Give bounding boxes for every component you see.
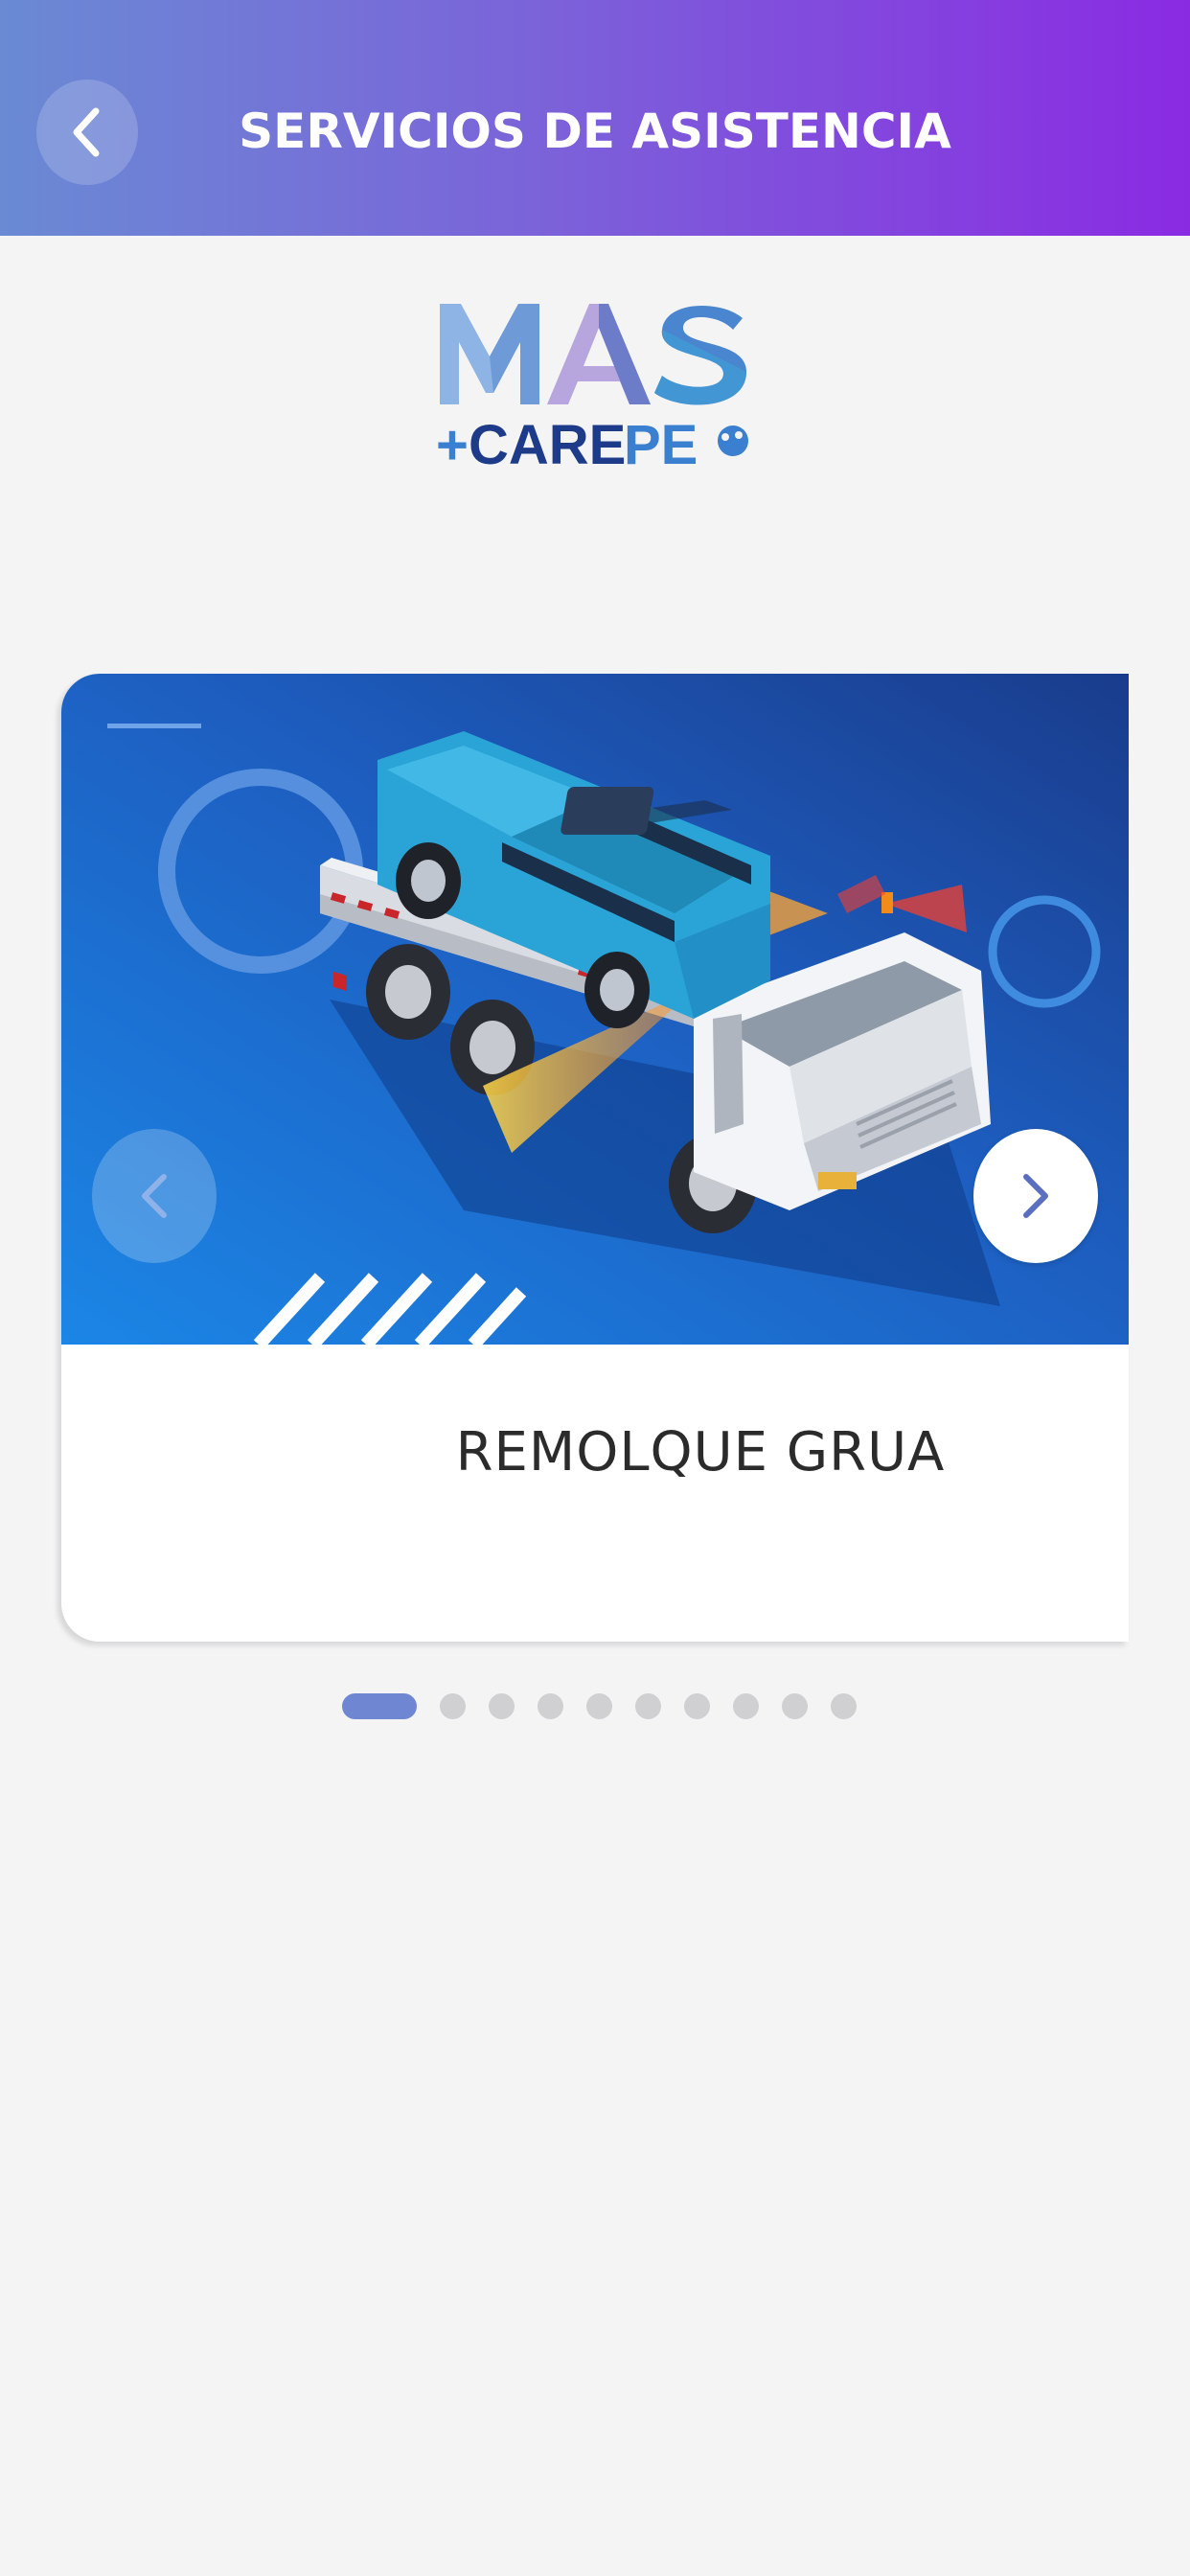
- mas-carepet-logo: + CARE PE: [436, 299, 757, 476]
- pagination-dot-10[interactable]: [830, 1692, 857, 1719]
- pagination-dot-5[interactable]: [585, 1692, 612, 1719]
- pagination-dot-9[interactable]: [781, 1692, 808, 1719]
- pagination-dot-1[interactable]: [341, 1692, 417, 1719]
- app-header: SERVICIOS DE ASISTENCIA: [0, 0, 1190, 236]
- pagination-dot-6[interactable]: [634, 1692, 661, 1719]
- svg-text:CARE: CARE: [469, 414, 626, 476]
- pagination-dot-8[interactable]: [732, 1692, 759, 1719]
- page-title: SERVICIOS DE ASISTENCIA: [239, 104, 951, 159]
- carousel-next-button[interactable]: [973, 1129, 1098, 1263]
- chevron-right-icon: [1023, 1174, 1048, 1218]
- pagination-dot-3[interactable]: [488, 1692, 515, 1719]
- pagination-dot-2[interactable]: [439, 1692, 466, 1719]
- tow-truck-illustration: [61, 674, 1129, 1345]
- pagination-dot-4[interactable]: [537, 1692, 563, 1719]
- svg-text:PE: PE: [624, 414, 698, 476]
- svg-text:+: +: [436, 414, 469, 476]
- service-card[interactable]: REMOLQUE GRUA: [61, 674, 1129, 1642]
- carousel-prev-button[interactable]: [92, 1129, 217, 1263]
- carousel-pagination: [0, 1691, 1190, 1720]
- chevron-left-icon: [142, 1174, 167, 1218]
- pagination-dot-7[interactable]: [683, 1692, 710, 1719]
- service-name: REMOLQUE GRUA: [455, 1421, 946, 1484]
